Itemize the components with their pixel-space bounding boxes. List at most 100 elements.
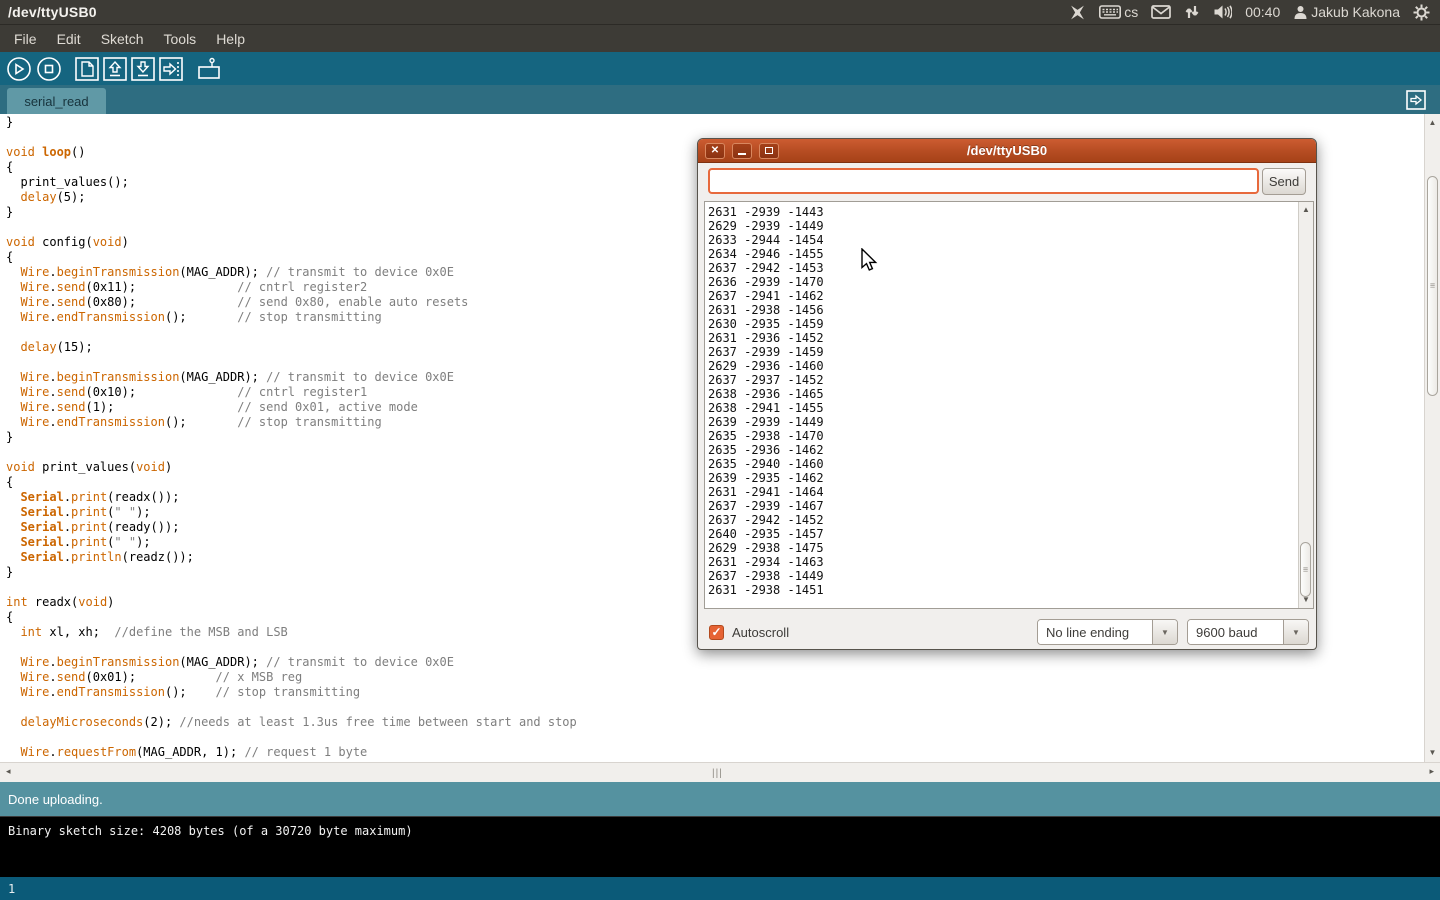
maximize-icon: [765, 147, 773, 154]
serial-line: 2635 -2936 -1462: [708, 443, 1297, 457]
serial-scrollbar[interactable]: ▲ ▼: [1298, 202, 1313, 608]
serial-line: 2629 -2939 -1449: [708, 219, 1297, 233]
autoscroll-checkbox[interactable]: ✓: [709, 625, 724, 640]
new-sketch-button[interactable]: [74, 56, 100, 82]
code-line: [6, 700, 1424, 715]
serial-send-input[interactable]: [708, 168, 1259, 194]
editor-horizontal-scrollbar[interactable]: ◂ ||| ▸: [0, 762, 1440, 782]
serial-line: 2637 -2939 -1459: [708, 345, 1297, 359]
serial-line: 2634 -2946 -1455: [708, 247, 1297, 261]
network-indicator-icon[interactable]: [1184, 4, 1200, 20]
serial-scroll-up-arrow[interactable]: ▲: [1299, 205, 1313, 215]
serial-line: 2631 -2934 -1463: [708, 555, 1297, 569]
tab-menu-button[interactable]: [1406, 90, 1426, 110]
tabbar: serial_read: [0, 85, 1440, 114]
minimize-icon: [738, 153, 746, 155]
upload-button[interactable]: [158, 56, 184, 82]
baud-rate-dropdown[interactable]: 9600 baud ▼: [1187, 619, 1309, 645]
verify-button[interactable]: [5, 55, 33, 83]
window-maximize-button[interactable]: [759, 143, 779, 159]
serial-line: 2629 -2936 -1460: [708, 359, 1297, 373]
menu-item-file[interactable]: File: [4, 27, 47, 51]
serial-monitor-button[interactable]: [195, 56, 223, 82]
serial-monitor-titlebar[interactable]: ✕ /dev/ttyUSB0: [698, 139, 1316, 163]
console-text: Binary sketch size: 4208 bytes (of a 307…: [8, 824, 413, 838]
stop-icon: [35, 55, 63, 83]
serial-line: 2638 -2941 -1455: [708, 401, 1297, 415]
serial-line: 2635 -2938 -1470: [708, 429, 1297, 443]
menu-item-edit[interactable]: Edit: [47, 27, 91, 51]
keyboard-layout-indicator[interactable]: cs: [1099, 4, 1138, 20]
user-menu[interactable]: Jakub Kakona: [1293, 4, 1400, 20]
save-sketch-button[interactable]: [130, 56, 156, 82]
serial-line: 2638 -2936 -1465: [708, 387, 1297, 401]
code-line: }: [6, 115, 1424, 130]
autoscroll-label: Autoscroll: [732, 625, 789, 640]
keyboard-layout-label: cs: [1124, 4, 1138, 20]
serial-line: 2639 -2935 -1462: [708, 471, 1297, 485]
scroll-up-arrow[interactable]: ▲: [1425, 118, 1440, 128]
upload-right-arrow-icon: [158, 56, 184, 82]
updates-indicator-icon[interactable]: [1069, 4, 1086, 21]
top-panel: /dev/ttyUSB0 cs 00:40 Jakub Kakona: [0, 0, 1440, 25]
serial-line: 2631 -2938 -1456: [708, 303, 1297, 317]
menu-item-sketch[interactable]: Sketch: [91, 27, 154, 51]
menu-item-help[interactable]: Help: [206, 27, 255, 51]
editor-vertical-scrollbar[interactable]: ▲ ▼: [1424, 114, 1440, 762]
serial-line: 2637 -2939 -1467: [708, 499, 1297, 513]
code-line: Wire.beginTransmission(MAG_ADDR); // tra…: [6, 655, 1424, 670]
serial-line: 2631 -2941 -1464: [708, 485, 1297, 499]
serial-line: 2640 -2935 -1457: [708, 527, 1297, 541]
send-button[interactable]: Send: [1262, 168, 1306, 195]
serial-line: 2631 -2938 -1451: [708, 583, 1297, 597]
ide-toolbar: [0, 52, 1440, 85]
clock[interactable]: 00:40: [1245, 4, 1280, 20]
new-file-icon: [74, 56, 100, 82]
serial-scroll-down-arrow[interactable]: ▼: [1299, 595, 1313, 605]
serial-line: 2637 -2941 -1462: [708, 289, 1297, 303]
serial-line: 2637 -2942 -1452: [708, 513, 1297, 527]
panel-window-title: /dev/ttyUSB0: [0, 4, 97, 20]
scroll-down-arrow[interactable]: ▼: [1425, 748, 1440, 758]
horizontal-scroll-grip[interactable]: |||: [712, 768, 723, 779]
serial-output-area[interactable]: 2631 -2939 -14432629 -2939 -14492633 -29…: [704, 201, 1314, 609]
session-gear-icon[interactable]: [1413, 4, 1430, 21]
open-sketch-button[interactable]: [102, 56, 128, 82]
menubar: FileEditSketchToolsHelp: [0, 25, 1440, 52]
tab-serial-read[interactable]: serial_read: [7, 88, 106, 114]
stop-button[interactable]: [35, 55, 63, 83]
mail-indicator-icon[interactable]: [1151, 5, 1171, 19]
line-number-bar: 1: [0, 877, 1440, 900]
line-ending-value: No line ending: [1038, 620, 1152, 644]
serial-monitor-title: /dev/ttyUSB0: [698, 143, 1316, 158]
baud-rate-value: 9600 baud: [1188, 620, 1283, 644]
tab-menu-arrow-icon: [1406, 90, 1426, 110]
window-minimize-button[interactable]: [732, 143, 752, 159]
line-ending-dropdown[interactable]: No line ending ▼: [1037, 619, 1178, 645]
serial-line: 2630 -2935 -1459: [708, 317, 1297, 331]
status-message: Done uploading.: [8, 792, 103, 807]
scroll-right-arrow[interactable]: ▸: [1429, 766, 1434, 777]
serial-line: 2631 -2939 -1443: [708, 205, 1297, 219]
serial-scroll-thumb[interactable]: [1300, 542, 1311, 597]
build-console: Binary sketch size: 4208 bytes (of a 307…: [0, 816, 1440, 877]
code-line: delayMicroseconds(2); //needs at least 1…: [6, 715, 1424, 730]
menu-item-tools[interactable]: Tools: [154, 27, 207, 51]
serial-line: 2633 -2944 -1454: [708, 233, 1297, 247]
serial-line: 2636 -2939 -1470: [708, 275, 1297, 289]
serial-input-row: Send: [698, 163, 1316, 201]
system-tray: cs 00:40 Jakub Kakona: [1069, 4, 1440, 21]
close-icon: ✕: [711, 146, 719, 156]
serial-output-lines: 2631 -2939 -14432629 -2939 -14492633 -29…: [708, 205, 1297, 597]
scroll-left-arrow[interactable]: ◂: [6, 766, 11, 777]
save-down-arrow-icon: [130, 56, 156, 82]
code-line: Wire.requestFrom(MAG_ADDR, 1); // reques…: [6, 745, 1424, 760]
code-line: [6, 730, 1424, 745]
verify-play-icon: [5, 55, 33, 83]
serial-monitor-window: ✕ /dev/ttyUSB0 Send 2631 -2939 -14432629…: [697, 138, 1317, 650]
editor-scroll-thumb[interactable]: [1427, 176, 1438, 396]
window-close-button[interactable]: ✕: [705, 143, 725, 159]
volume-indicator-icon[interactable]: [1213, 4, 1232, 20]
serial-line: 2637 -2937 -1452: [708, 373, 1297, 387]
serial-line: 2637 -2938 -1449: [708, 569, 1297, 583]
